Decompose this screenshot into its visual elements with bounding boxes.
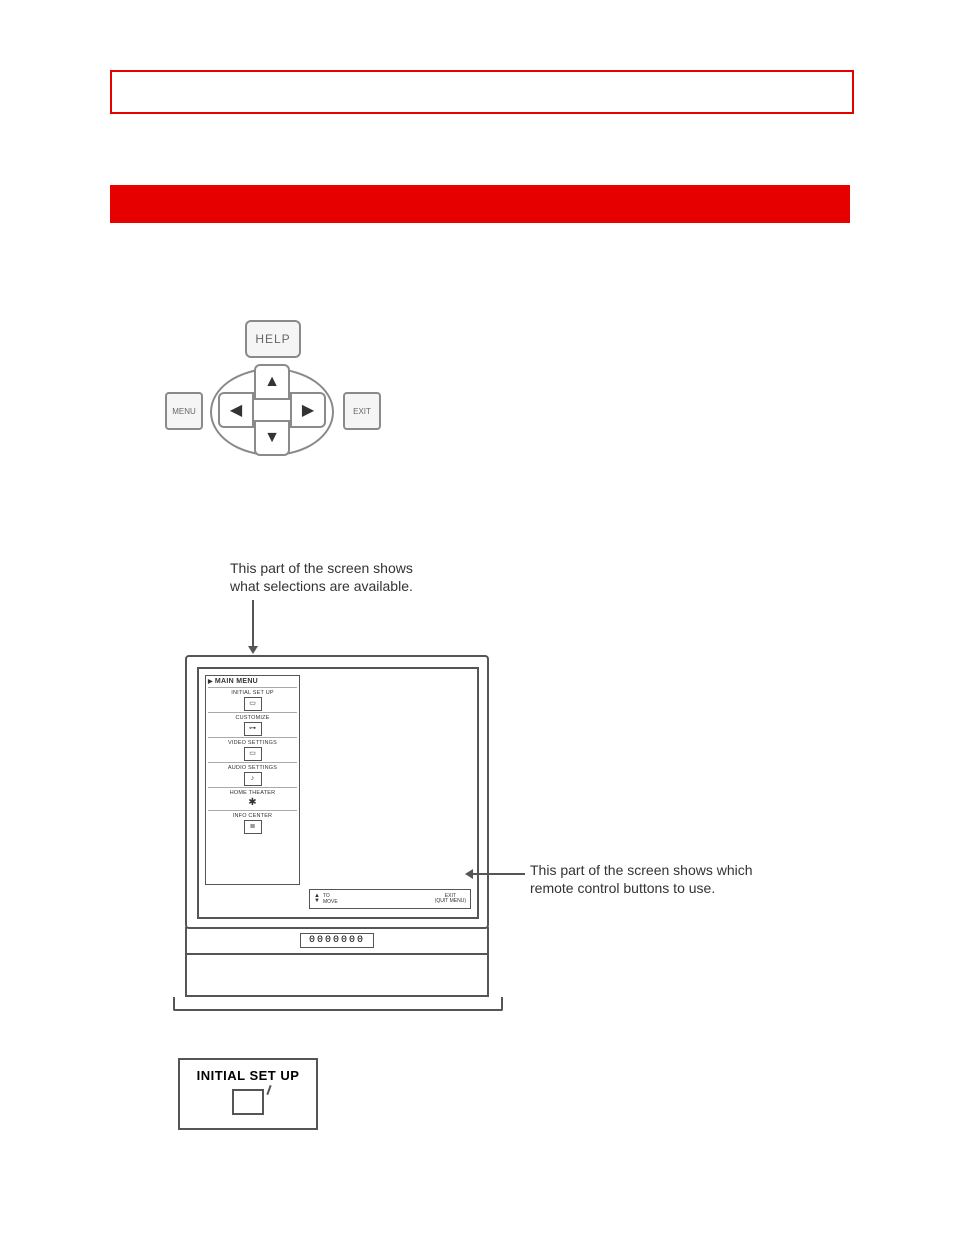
initial-setup-box: INITIAL SET UP [178,1058,318,1130]
tv-foot [173,997,503,1011]
callout-top-arrow-icon [252,600,254,652]
video-icon: ▭ [244,747,262,761]
callout-right-line1: This part of the screen shows which [530,862,753,878]
menu-item-label: INITIAL SET UP [208,690,297,696]
initial-setup-label: INITIAL SET UP [180,1068,316,1083]
slider-icon: ⊶ [244,722,262,736]
note-icon: ♪ [244,772,262,786]
exit-button-label: EXIT [353,407,371,416]
tv-frame: MAIN MENU INITIAL SET UP ▭ CUSTOMIZE ⊶ V… [185,655,489,929]
arrow-up-icon: ▲ [264,373,280,391]
arrow-right-icon: ▶ [302,400,314,420]
tv-diagram: This part of the screen shows what selec… [175,560,815,1040]
menu-item-label: AUDIO SETTINGS [208,765,297,771]
tv-antenna-icon [232,1089,264,1115]
remote-control-illustration: HELP MENU EXIT ▲ ▼ ◀ ▶ [165,320,375,470]
tv-counter: 0000000 [300,933,374,948]
menu-item-label: VIDEO SETTINGS [208,740,297,746]
menu-item-customize[interactable]: CUSTOMIZE ⊶ [208,712,297,737]
exit-button[interactable]: EXIT [343,392,381,430]
callout-top-line2: what selections are available. [230,578,413,594]
help-button-label: HELP [255,332,290,346]
main-menu-panel: MAIN MENU INITIAL SET UP ▭ CUSTOMIZE ⊶ V… [205,675,300,885]
menu-item-video-settings[interactable]: VIDEO SETTINGS ▭ [208,737,297,762]
hint-bar: ▲▼ TO MOVE EXIT (QUIT MENU) [309,889,471,909]
menu-item-audio-settings[interactable]: AUDIO SETTINGS ♪ [208,762,297,787]
list-icon: ≣ [244,820,262,834]
menu-item-label: INFO CENTER [208,813,297,819]
callout-right-line2: remote control buttons to use. [530,880,715,896]
arrow-left-icon: ◀ [230,400,242,420]
tv-base-panel [185,955,489,997]
arrow-up-button[interactable]: ▲ [254,364,290,400]
hint-exit: EXIT (QUIT MENU) [431,894,470,905]
arrow-down-icon: ▼ [264,429,280,447]
hint-move-arrows-icon: ▲▼ [314,894,320,904]
red-outline-box [110,70,854,114]
tv-screen: MAIN MENU INITIAL SET UP ▭ CUSTOMIZE ⊶ V… [197,667,479,919]
callout-right-arrow-icon [467,873,525,875]
direction-pad: ▲ ▼ ◀ ▶ [200,360,340,460]
arrow-left-button[interactable]: ◀ [218,392,254,428]
arrow-right-button[interactable]: ▶ [290,392,326,428]
menu-button[interactable]: MENU [165,392,203,430]
help-button[interactable]: HELP [245,320,301,358]
hint-move-label: TO MOVE [323,893,338,905]
menu-item-info-center[interactable]: INFO CENTER ≣ [208,810,297,835]
menu-button-label: MENU [172,407,196,416]
tv-icon: ▭ [244,697,262,711]
menu-item-initial-setup[interactable]: INITIAL SET UP ▭ [208,687,297,712]
menu-item-label: CUSTOMIZE [208,715,297,721]
callout-top: This part of the screen shows what selec… [230,560,490,595]
arrow-down-button[interactable]: ▼ [254,420,290,456]
menu-item-home-theater[interactable]: HOME THEATER ✱ [208,787,297,810]
main-menu-title: MAIN MENU [208,678,297,685]
document-page: HELP MENU EXIT ▲ ▼ ◀ ▶ This part of t [0,0,954,1235]
tv-outer: MAIN MENU INITIAL SET UP ▭ CUSTOMIZE ⊶ V… [175,655,495,1025]
menu-item-label: HOME THEATER [208,790,297,796]
theater-icon: ✱ [245,797,261,809]
hint-move: ▲▼ TO MOVE [310,893,342,905]
callout-right: This part of the screen shows which remo… [530,862,790,897]
red-solid-bar [110,185,850,223]
tv-base-counter-row: 0000000 [185,927,489,955]
callout-top-line1: This part of the screen shows [230,560,413,576]
